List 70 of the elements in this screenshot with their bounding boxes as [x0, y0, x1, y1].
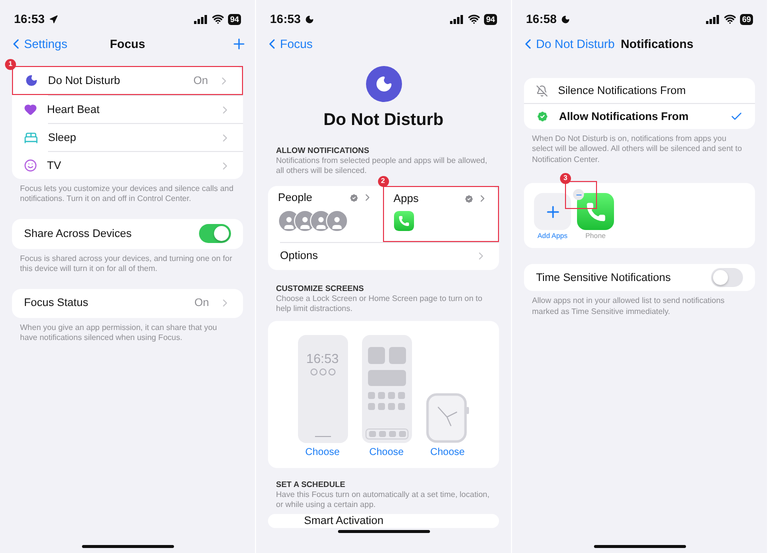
bed-icon [24, 130, 38, 144]
check-badge-icon [464, 194, 474, 204]
footnote: Notifications from selected people and apps will be allowed, all others will be silenced. [276, 156, 488, 177]
signal-icon [450, 14, 464, 24]
avatar-icon [326, 210, 348, 232]
section-header: SET A SCHEDULE [276, 480, 346, 489]
smiley-face-icon [24, 159, 37, 172]
focus-mode-row[interactable]: Sleep [12, 124, 243, 151]
focus-mode-row[interactable]: TV [12, 152, 243, 179]
schedule-row[interactable]: Smart Activation [268, 514, 499, 528]
moon-icon [304, 14, 314, 24]
battery-level: 94 [484, 14, 497, 24]
plus-icon [231, 36, 247, 52]
footnote: Focus is shared across your devices, and turning one on for this device will turn it on for all of them. [20, 254, 234, 275]
focus-mode-row[interactable]: Do Not Disturb On [13, 67, 242, 94]
focus-title: Do Not Disturb [322, 110, 444, 130]
moon-icon [25, 74, 38, 87]
check-badge-icon [348, 192, 358, 203]
status-time: 16:53 [14, 12, 45, 26]
watch-face-preview [426, 392, 470, 443]
battery-level: 69 [740, 14, 753, 24]
people-cell[interactable]: People [268, 186, 382, 242]
toggle-switch[interactable] [711, 268, 743, 288]
nav-title: Focus [110, 37, 146, 51]
moon-icon [366, 66, 402, 102]
choose-button[interactable]: Choose [369, 446, 404, 458]
back-button[interactable]: Settings [8, 36, 68, 52]
phone-app-icon [577, 193, 614, 230]
bell-off-icon [536, 84, 548, 96]
toggle-switch[interactable] [199, 224, 231, 244]
heart-icon [24, 103, 37, 116]
nav-title: Notifications [620, 37, 694, 51]
add-button[interactable] [231, 36, 247, 52]
focus-status-row[interactable]: Focus Status On [12, 288, 243, 318]
signal-icon [194, 14, 208, 24]
footnote: Choose a Lock Screen or Home Screen page to turn on to help limit distractions. [276, 294, 484, 315]
remove-button[interactable] [573, 189, 584, 200]
back-button[interactable]: Do Not Disturb [520, 36, 615, 52]
wifi-icon [724, 13, 736, 25]
row-label: Share Across Devices [24, 228, 132, 240]
status-time: 16:53 [270, 12, 301, 26]
add-apps-button[interactable] [534, 193, 571, 230]
section-header: CUSTOMIZE SCREENS [276, 284, 365, 293]
footnote: Have this Focus turn on automatically at a set time, location, or while using a certain app. [276, 490, 490, 510]
moon-icon [560, 14, 570, 24]
phone-app-icon [394, 210, 414, 231]
back-button[interactable]: Focus [264, 36, 313, 52]
battery-level: 94 [228, 14, 241, 24]
section-header: ALLOW NOTIFICATIONS [276, 146, 370, 155]
lock-screen-preview: 16:53 [298, 334, 348, 443]
mode-option[interactable]: Allow Notifications From [524, 104, 755, 129]
dots-icon [310, 368, 336, 376]
mode-option[interactable]: Silence Notifications From [524, 78, 755, 103]
apps-cell[interactable]: Apps [382, 186, 499, 242]
highlight-frame [565, 181, 597, 210]
wifi-icon [212, 13, 224, 25]
footnote: When you give an app permission, it can share that you have notifications silenced when using Focus. [20, 322, 218, 344]
footnote: Allow apps not in your allowed list to send notifications marked as Time Sensitive immediately. [532, 296, 726, 317]
signal-icon [706, 14, 720, 24]
location-arrow-icon [48, 14, 58, 24]
options-row[interactable]: Options [268, 242, 499, 270]
status-time: 16:58 [526, 12, 557, 26]
choose-button[interactable]: Choose [430, 446, 465, 458]
wifi-icon [468, 13, 480, 25]
check-badge-icon [536, 110, 549, 123]
focus-mode-row[interactable]: Heart Beat [12, 96, 243, 123]
choose-button[interactable]: Choose [305, 446, 340, 458]
row-label: Time Sensitive Notifications [536, 272, 671, 284]
footnote: When Do Not Disturb is on, notifications from apps you select will be allowed. All others will be silenced and sent to Notification Center. [532, 134, 743, 166]
footnote: Focus lets you customize your devices and silence calls and notifications. Turn it on and off in Control Center. [20, 184, 234, 205]
